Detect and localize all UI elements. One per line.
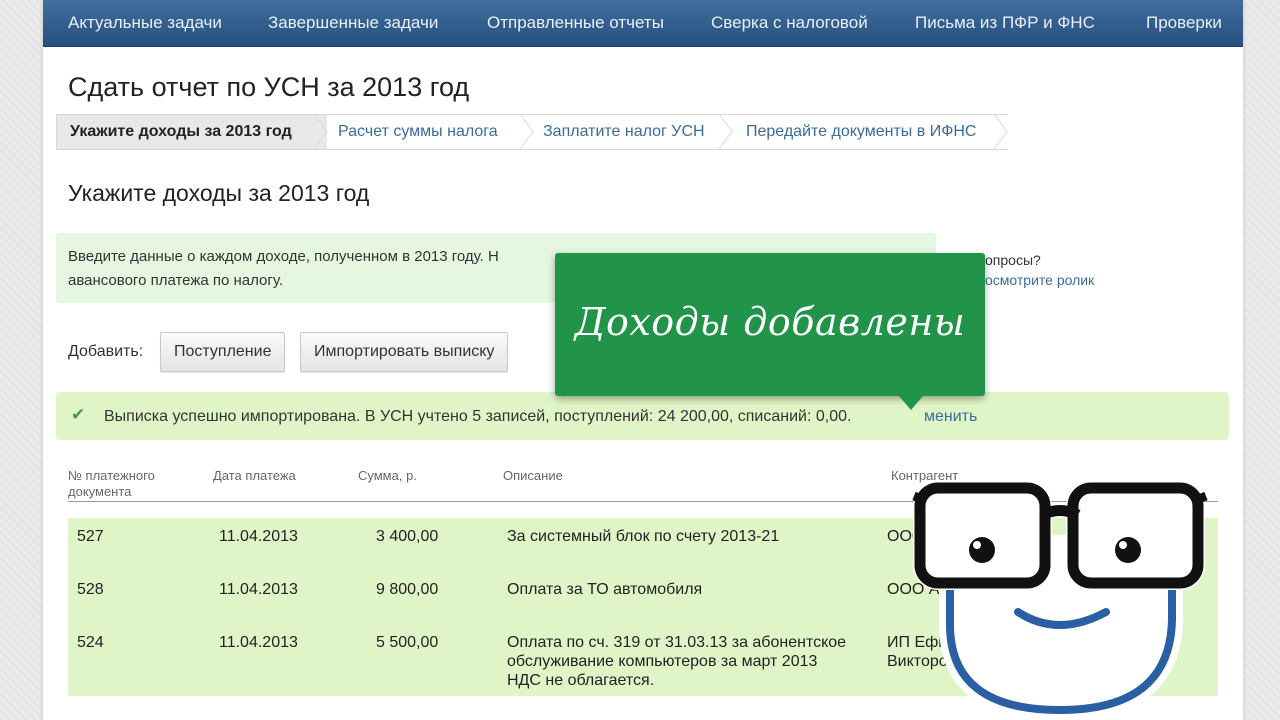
cancel-import-link[interactable]: менить bbox=[924, 408, 977, 426]
cell-doc: 527 bbox=[77, 528, 104, 545]
header-description: Описание bbox=[503, 468, 563, 483]
checkmark-icon: ✔ bbox=[71, 405, 86, 424]
cell-sum: 3 400,00 bbox=[376, 528, 439, 545]
nav-tax-reconciliation[interactable]: Сверка с налоговой bbox=[711, 13, 868, 33]
nav-letters[interactable]: Письма из ПФР и ФНС bbox=[915, 13, 1095, 33]
success-message: Выписка успешно импортирована. В УСН учт… bbox=[104, 408, 852, 425]
nav-current-tasks[interactable]: Актуальные задачи bbox=[68, 13, 222, 33]
cell-description: Оплата за ТО автомобиля bbox=[507, 581, 703, 598]
cell-date: 11.04.2013 bbox=[219, 528, 298, 545]
cell-description: За системный блок по счету 2013-21 bbox=[507, 528, 780, 545]
info-line-2: авансового платежа по налогу. bbox=[68, 272, 284, 289]
cell-sum: 5 500,00 bbox=[376, 634, 439, 651]
help-question: опросы? bbox=[985, 252, 1041, 268]
cell-date: 11.04.2013 bbox=[219, 581, 298, 598]
step-chevrons bbox=[313, 113, 1008, 150]
header-sum: Сумма, р. bbox=[358, 468, 417, 483]
top-navigation: Актуальные задачи Завершенные задачи Отп… bbox=[43, 0, 1243, 47]
section-title: Укажите доходы за 2013 год bbox=[68, 180, 370, 206]
header-date: Дата платежа bbox=[213, 468, 296, 483]
nav-completed-tasks[interactable]: Завершенные задачи bbox=[268, 13, 438, 33]
help-video-link[interactable]: осмотрите ролик bbox=[985, 272, 1094, 288]
cell-doc: 528 bbox=[77, 581, 104, 598]
cell-description-line2: обслуживание компьютеров за март 2013 bbox=[507, 653, 818, 670]
tooltip-pointer bbox=[899, 396, 923, 410]
cell-date: 11.04.2013 bbox=[219, 634, 298, 651]
header-doc-no: № платежного документа bbox=[68, 468, 155, 499]
add-label: Добавить: bbox=[68, 343, 144, 360]
cell-sum: 9 800,00 bbox=[376, 581, 439, 598]
success-banner: ✔ Выписка успешно импортирована. В УСН у… bbox=[56, 392, 1229, 440]
nav-sent-reports[interactable]: Отправленные отчеты bbox=[487, 13, 664, 33]
nav-inspections[interactable]: Проверки bbox=[1146, 13, 1222, 33]
import-statement-button[interactable]: Импортировать выписку bbox=[300, 332, 509, 372]
add-income-button[interactable]: Поступление bbox=[160, 332, 286, 372]
income-added-tooltip: Доходы добавлены bbox=[555, 253, 985, 410]
page-title: Сдать отчет по УСН за 2013 год bbox=[68, 72, 470, 102]
cell-description: Оплата по сч. 319 от 31.03.13 за абонент… bbox=[507, 634, 847, 651]
info-line-1: Введите данные о каждом доходе, полученн… bbox=[68, 248, 499, 265]
tooltip-text: Доходы добавлены bbox=[574, 300, 966, 344]
cell-doc: 524 bbox=[77, 634, 104, 651]
cell-description-line3: НДС не облагается. bbox=[507, 672, 655, 689]
nerd-mascot-icon bbox=[912, 481, 1208, 720]
